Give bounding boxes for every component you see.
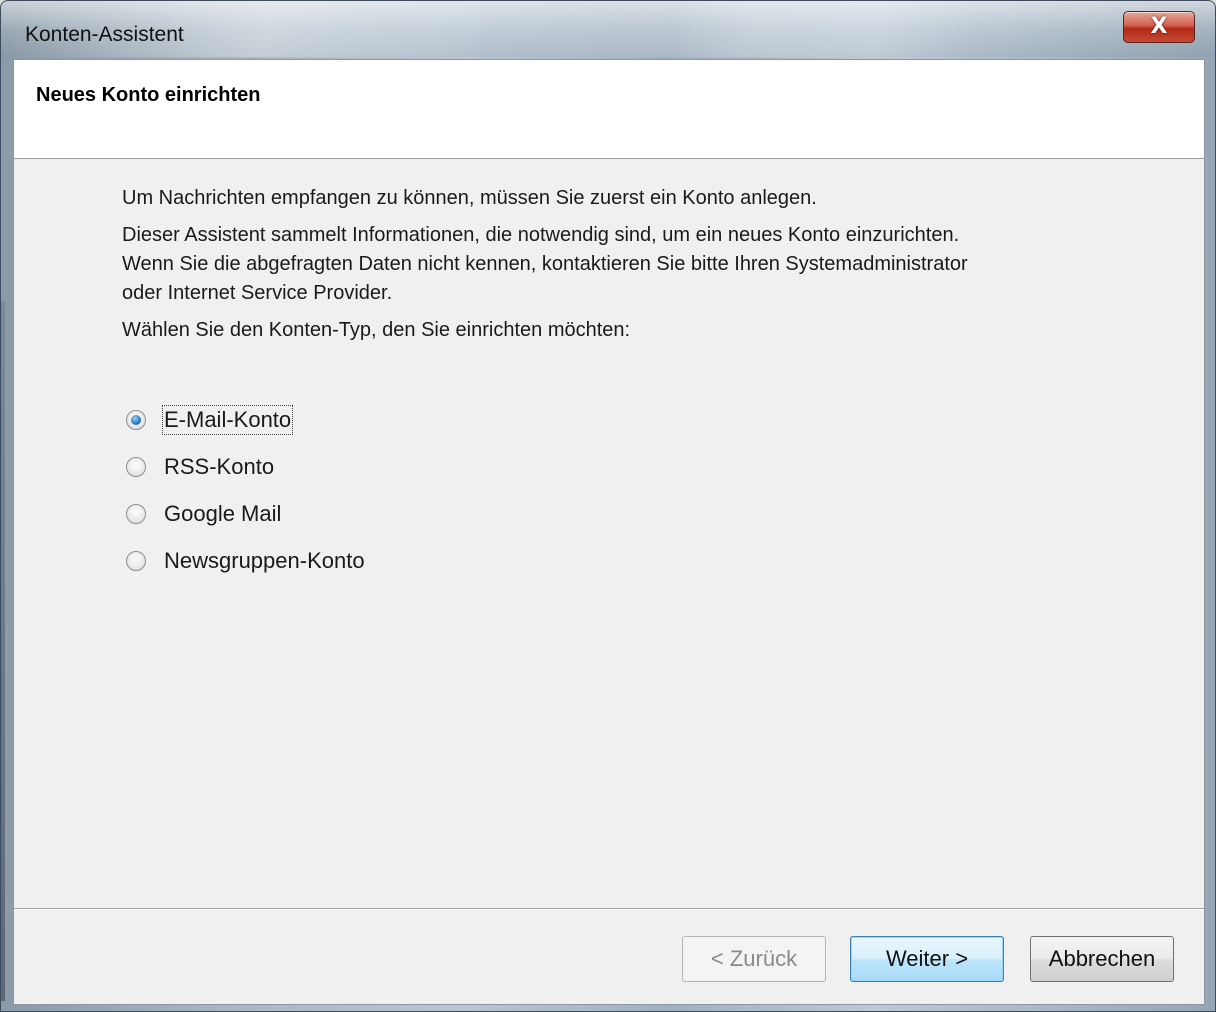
wizard-description: Um Nachrichten empfangen zu können, müss… [122, 184, 1152, 345]
info-line: Dieser Assistent sammelt Informationen, … [122, 224, 960, 246]
wizard-header: Neues Konto einrichten [14, 60, 1204, 159]
wizard-client-area: Neues Konto einrichten Um Nachrichten em… [13, 59, 1205, 1005]
radio-rss-account[interactable]: RSS-Konto [126, 443, 365, 490]
radio-label[interactable]: RSS-Konto [164, 454, 274, 480]
radio-label[interactable]: E-Mail-Konto [161, 404, 294, 435]
info-paragraph: Dieser Assistent sammelt Informationen, … [122, 221, 1152, 308]
radio-button[interactable] [126, 503, 146, 524]
intro-text: Um Nachrichten empfangen zu können, müss… [122, 187, 817, 209]
back-button[interactable]: < Zurück [682, 936, 826, 982]
radio-button-selected[interactable] [126, 409, 146, 430]
radio-google-mail[interactable]: Google Mail [126, 490, 365, 537]
close-icon: X [1150, 14, 1168, 39]
account-type-group: E-Mail-Konto RSS-Konto Google Mail Newsg… [126, 396, 365, 584]
radio-email-account[interactable]: E-Mail-Konto [126, 396, 365, 443]
title-bar[interactable]: Konten-Assistent X [1, 1, 1215, 57]
info-line: Wenn Sie die abgefragten Daten nicht ken… [122, 253, 968, 275]
next-button[interactable]: Weiter > [850, 936, 1004, 982]
window-title: Konten-Assistent [25, 23, 184, 46]
footer-divider [14, 908, 1204, 909]
radio-button[interactable] [126, 456, 146, 477]
radio-label[interactable]: Newsgruppen-Konto [164, 548, 365, 574]
radio-button[interactable] [126, 550, 146, 571]
window-frame-edge [1, 301, 5, 1001]
cancel-button[interactable]: Abbrechen [1030, 936, 1174, 982]
close-button[interactable]: X [1123, 11, 1195, 43]
radio-newsgroup-account[interactable]: Newsgruppen-Konto [126, 537, 365, 584]
radio-label[interactable]: Google Mail [164, 501, 281, 527]
page-title: Neues Konto einrichten [36, 84, 261, 106]
info-line: oder Internet Service Provider. [122, 282, 393, 304]
account-type-prompt: Wählen Sie den Konten-Typ, den Sie einri… [122, 319, 631, 341]
wizard-window: Konten-Assistent X Neues Konto einrichte… [0, 0, 1216, 1012]
